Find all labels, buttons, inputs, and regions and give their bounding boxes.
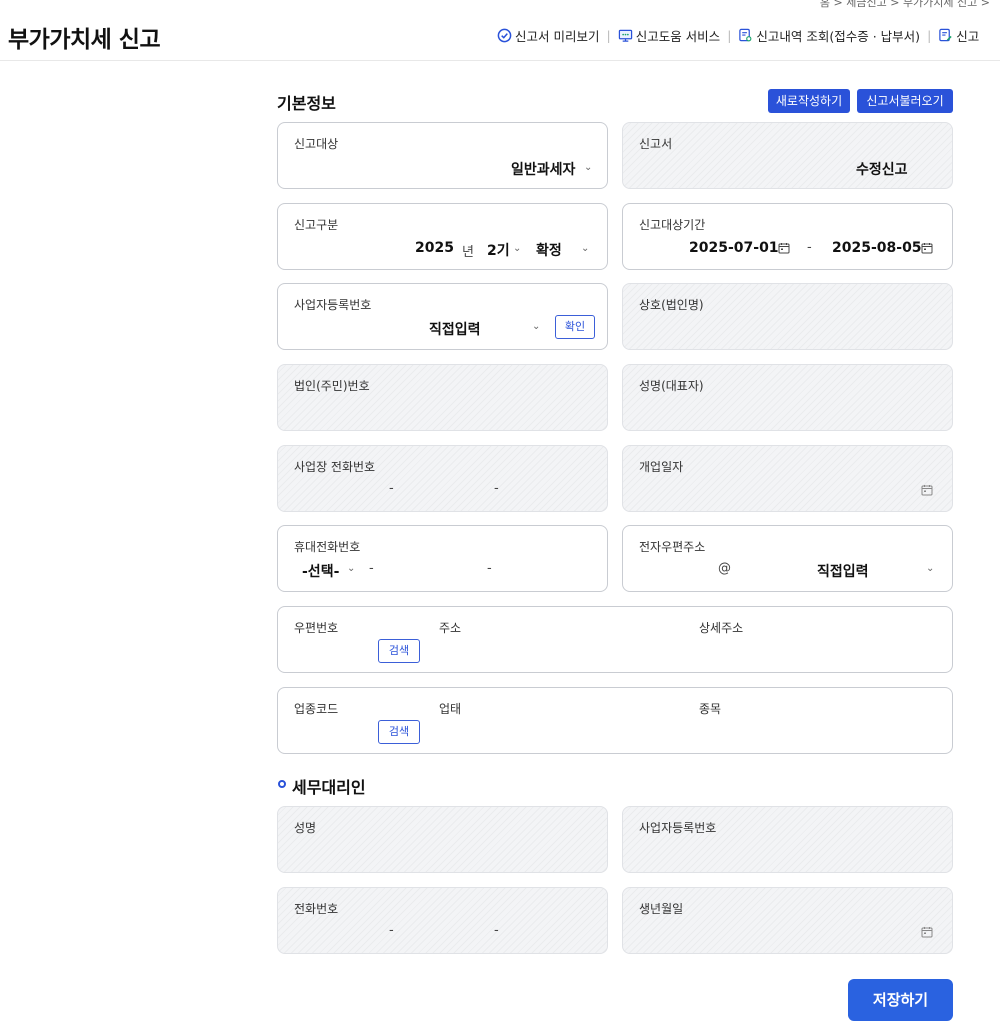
calendar-icon (921, 927, 933, 938)
breadcrumb: 홈 > 세금신고 > 부가가치세 신고 > (819, 0, 990, 9)
document-search-icon (739, 28, 752, 42)
period-range-label: 신고대상기간 (639, 218, 706, 232)
email-field[interactable]: 전자우편주소 @ 직접입력 ⌄ (622, 525, 953, 592)
chevron-down-icon: ⌄ (581, 243, 590, 254)
confirm-button[interactable]: 확인 (555, 315, 595, 339)
chevron-down-icon: ⌄ (513, 243, 522, 254)
phone-separator: - (389, 923, 394, 938)
more-link[interactable]: 신고 (938, 26, 979, 45)
phone-separator: - (487, 561, 492, 576)
report-type-select[interactable]: 확정 (536, 240, 562, 260)
chevron-down-icon: ⌄ (926, 563, 935, 574)
start-date-input[interactable]: 2025-07-01 (689, 240, 779, 256)
biz-reg-no-label: 사업자등록번호 (294, 298, 372, 312)
more-link-label: 신고 (956, 29, 980, 44)
agent-phone-label: 전화번호 (294, 902, 339, 916)
chevron-down-icon: ⌄ (532, 321, 541, 332)
calendar-icon[interactable] (778, 242, 790, 254)
top-links: 신고서 미리보기 | 신고도움 서비스 | 신고내역 조회(접수증 · 납부서)… (497, 26, 979, 45)
check-circle-icon (497, 28, 512, 43)
industry-field[interactable]: 업종코드 업태 종목 검색 (277, 687, 953, 754)
category-field[interactable]: 신고구분 2025 년 2기 ⌄ 확정 ⌄ (277, 203, 608, 270)
header-divider (0, 60, 1000, 61)
history-link-label: 신고내역 조회(접수증 · 납부서) (756, 29, 921, 44)
history-link[interactable]: 신고내역 조회(접수증 · 납부서) (738, 26, 920, 45)
industry-code-label: 업종코드 (294, 702, 339, 716)
separator: | (727, 28, 732, 43)
address-field[interactable]: 우편번호 주소 상세주소 검색 (277, 606, 953, 673)
form-type-label: 신고서 (639, 137, 673, 151)
corp-id-field: 법인(주민)번호 (277, 364, 608, 431)
zip-label: 우편번호 (294, 621, 339, 635)
separator: | (927, 28, 932, 43)
open-date-field: 개업일자 (622, 445, 953, 512)
phone-separator: - (389, 481, 394, 496)
phone-separator: - (494, 923, 499, 938)
period-select[interactable]: 2기 (487, 240, 510, 260)
preview-link[interactable]: 신고서 미리보기 (497, 26, 599, 45)
tax-agent-title: 세무대리인 (292, 778, 366, 797)
new-form-button[interactable]: 새로작성하기 (768, 89, 850, 113)
agent-phone-field: 전화번호 - - (277, 887, 608, 954)
detail-address-label: 상세주소 (699, 621, 744, 635)
biz-phone-field: 사업장 전화번호 - - (277, 445, 608, 512)
end-date-input[interactable]: 2025-08-05 (832, 240, 922, 256)
period-range-field[interactable]: 신고대상기간 2025-07-01 - 2025-08-05 (622, 203, 953, 270)
target-field[interactable]: 신고대상 일반과세자 ⌄ (277, 122, 608, 189)
help-service-link[interactable]: 신고도움 서비스 (618, 26, 720, 45)
date-separator: - (807, 240, 812, 255)
target-label: 신고대상 (294, 137, 339, 151)
mobile-prefix-select[interactable]: -선택- (302, 561, 339, 581)
industry-search-button[interactable]: 검색 (378, 720, 420, 744)
chevron-down-icon: ⌄ (347, 563, 356, 574)
company-name-field: 상호(법인명) (622, 283, 953, 350)
address-label: 주소 (439, 621, 462, 635)
email-domain-select[interactable]: 직접입력 (817, 561, 869, 581)
agent-birth-label: 생년월일 (639, 902, 684, 916)
page-title: 부가가치세 신고 (8, 27, 161, 53)
load-form-button[interactable]: 신고서불러오기 (857, 89, 953, 113)
biz-reg-no-select[interactable]: 직접입력 (429, 319, 481, 339)
category-label: 신고구분 (294, 218, 339, 232)
email-label: 전자우편주소 (639, 540, 706, 554)
document-edit-icon (939, 28, 952, 42)
separator: | (606, 28, 611, 43)
form-type-field: 신고서 수정신고 (622, 122, 953, 189)
form-type-value: 수정신고 (856, 162, 908, 178)
mobile-label: 휴대전화번호 (294, 540, 361, 554)
agent-name-field: 성명 (277, 806, 608, 873)
basic-info-title: 기본정보 (277, 94, 336, 113)
calendar-icon (921, 485, 933, 496)
monitor-icon (618, 29, 632, 42)
phone-separator: - (494, 481, 499, 496)
agent-biz-no-label: 사업자등록번호 (639, 821, 717, 835)
year-unit: 년 (462, 245, 474, 260)
business-item-label: 종목 (699, 702, 722, 716)
agent-birth-field: 생년월일 (622, 887, 953, 954)
email-at-sign: @ (718, 561, 731, 576)
phone-separator: - (369, 561, 374, 576)
section-bullet-icon (278, 780, 286, 788)
address-search-button[interactable]: 검색 (378, 639, 420, 663)
agent-biz-no-field: 사업자등록번호 (622, 806, 953, 873)
mobile-field[interactable]: 휴대전화번호 -선택- ⌄ - - (277, 525, 608, 592)
target-select[interactable]: 일반과세자 (511, 159, 575, 179)
calendar-icon[interactable] (921, 242, 933, 254)
year-input[interactable]: 2025 (415, 240, 454, 256)
open-date-label: 개업일자 (639, 460, 684, 474)
chevron-down-icon: ⌄ (584, 162, 593, 173)
help-service-link-label: 신고도움 서비스 (635, 29, 721, 44)
biz-phone-label: 사업장 전화번호 (294, 460, 376, 474)
company-name-label: 상호(법인명) (639, 298, 704, 312)
business-type-label: 업태 (439, 702, 462, 716)
corp-id-label: 법인(주민)번호 (294, 379, 370, 393)
agent-name-label: 성명 (294, 821, 317, 835)
biz-reg-no-field[interactable]: 사업자등록번호 직접입력 ⌄ 확인 (277, 283, 608, 350)
rep-name-field: 성명(대표자) (622, 364, 953, 431)
preview-link-label: 신고서 미리보기 (515, 29, 600, 44)
rep-name-label: 성명(대표자) (639, 379, 704, 393)
save-button[interactable]: 저장하기 (848, 979, 953, 1021)
